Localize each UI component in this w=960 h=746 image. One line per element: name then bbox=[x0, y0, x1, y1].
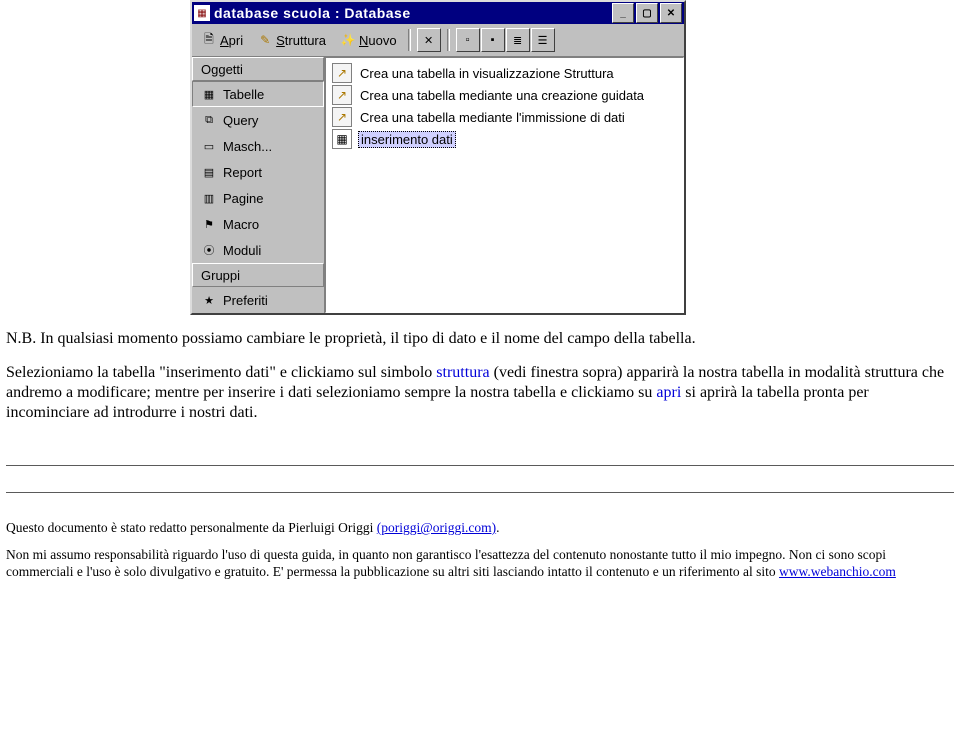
wizard-icon: ↗ bbox=[332, 63, 352, 83]
sidebar-item-macro[interactable]: ⚑ Macro bbox=[192, 211, 324, 237]
favorites-icon: ★ bbox=[201, 293, 217, 307]
maximize-button[interactable]: ▢ bbox=[636, 3, 658, 23]
list-item[interactable]: ↗ Crea una tabella in visualizzazione St… bbox=[332, 62, 677, 84]
sidebar-item-pagine[interactable]: ▥ Pagine bbox=[192, 185, 324, 211]
list-item-selected[interactable]: ▦ inserimento dati bbox=[332, 128, 677, 150]
window-title: database scuola : Database bbox=[214, 5, 612, 21]
apri-link[interactable]: apri bbox=[656, 384, 681, 401]
view-list-button[interactable]: ≣ bbox=[506, 28, 530, 52]
sidebar-item-masch[interactable]: ▭ Masch... bbox=[192, 133, 324, 159]
wizard-icon: ↗ bbox=[332, 107, 352, 127]
struttura-link[interactable]: struttura bbox=[436, 364, 489, 381]
divider bbox=[6, 492, 954, 493]
page-icon: ▥ bbox=[201, 191, 217, 205]
wizard-icon: ↗ bbox=[332, 85, 352, 105]
design-icon: ✎ bbox=[257, 32, 273, 48]
delete-button[interactable]: ✕ bbox=[417, 28, 441, 52]
email-link[interactable]: (poriggi@origgi.com) bbox=[377, 520, 496, 535]
datasheet-icon: ▦ bbox=[332, 129, 352, 149]
form-icon: ▭ bbox=[201, 139, 217, 153]
content-pane: ↗ Crea una tabella in visualizzazione St… bbox=[325, 57, 684, 313]
list-item[interactable]: ↗ Crea una tabella mediante una creazion… bbox=[332, 84, 677, 106]
app-icon: ▦ bbox=[194, 5, 210, 21]
footer-attribution: Questo documento è stato redatto persona… bbox=[6, 519, 954, 536]
view-small-icons-button[interactable]: ▪ bbox=[481, 28, 505, 52]
sidebar-item-tabelle[interactable]: ▦ Tabelle bbox=[192, 81, 324, 107]
report-icon: ▤ bbox=[201, 165, 217, 179]
close-button[interactable]: ✕ bbox=[660, 3, 682, 23]
sidebar: Oggetti ▦ Tabelle ⧉ Query ▭ Masch... ▤ bbox=[192, 57, 325, 313]
sidebar-item-report[interactable]: ▤ Report bbox=[192, 159, 324, 185]
query-icon: ⧉ bbox=[201, 113, 217, 127]
toolbar: 🗎 Apri ✎ Struttura ✨ Nuovo ✕ ▫ ▪ ≣ bbox=[192, 24, 684, 57]
minimize-button[interactable]: _ bbox=[612, 3, 634, 23]
sidebar-header-gruppi: Gruppi bbox=[192, 263, 324, 287]
view-large-icons-button[interactable]: ▫ bbox=[456, 28, 480, 52]
footer-disclaimer: Non mi assumo responsabilità riguardo l'… bbox=[6, 546, 954, 580]
view-details-button[interactable]: ☰ bbox=[531, 28, 555, 52]
open-icon: 🗎 bbox=[201, 32, 217, 48]
table-icon: ▦ bbox=[201, 87, 217, 101]
macro-icon: ⚑ bbox=[201, 217, 217, 231]
struttura-button[interactable]: ✎ Struttura bbox=[252, 29, 331, 51]
separator-icon bbox=[447, 29, 450, 51]
sidebar-item-moduli[interactable]: ⦿ Moduli bbox=[192, 237, 324, 263]
list-item[interactable]: ↗ Crea una tabella mediante l'immissione… bbox=[332, 106, 677, 128]
paragraph-instructions: Selezioniamo la tabella "inserimento dat… bbox=[6, 363, 954, 423]
module-icon: ⦿ bbox=[201, 243, 217, 257]
titlebar: ▦ database scuola : Database _ ▢ ✕ bbox=[192, 2, 684, 24]
nuovo-button[interactable]: ✨ Nuovo bbox=[335, 29, 402, 51]
site-link[interactable]: www.webanchio.com bbox=[779, 564, 896, 579]
sidebar-item-query[interactable]: ⧉ Query bbox=[192, 107, 324, 133]
new-icon: ✨ bbox=[340, 32, 356, 48]
apri-button[interactable]: 🗎 Apri bbox=[196, 29, 248, 51]
sidebar-header-oggetti: Oggetti bbox=[192, 57, 324, 81]
separator-icon bbox=[408, 29, 411, 51]
sidebar-item-preferiti[interactable]: ★ Preferiti bbox=[192, 287, 324, 313]
database-window: ▦ database scuola : Database _ ▢ ✕ 🗎 Apr… bbox=[190, 0, 686, 315]
divider bbox=[6, 465, 954, 466]
paragraph-nb: N.B. In qualsiasi momento possiamo cambi… bbox=[6, 329, 954, 349]
